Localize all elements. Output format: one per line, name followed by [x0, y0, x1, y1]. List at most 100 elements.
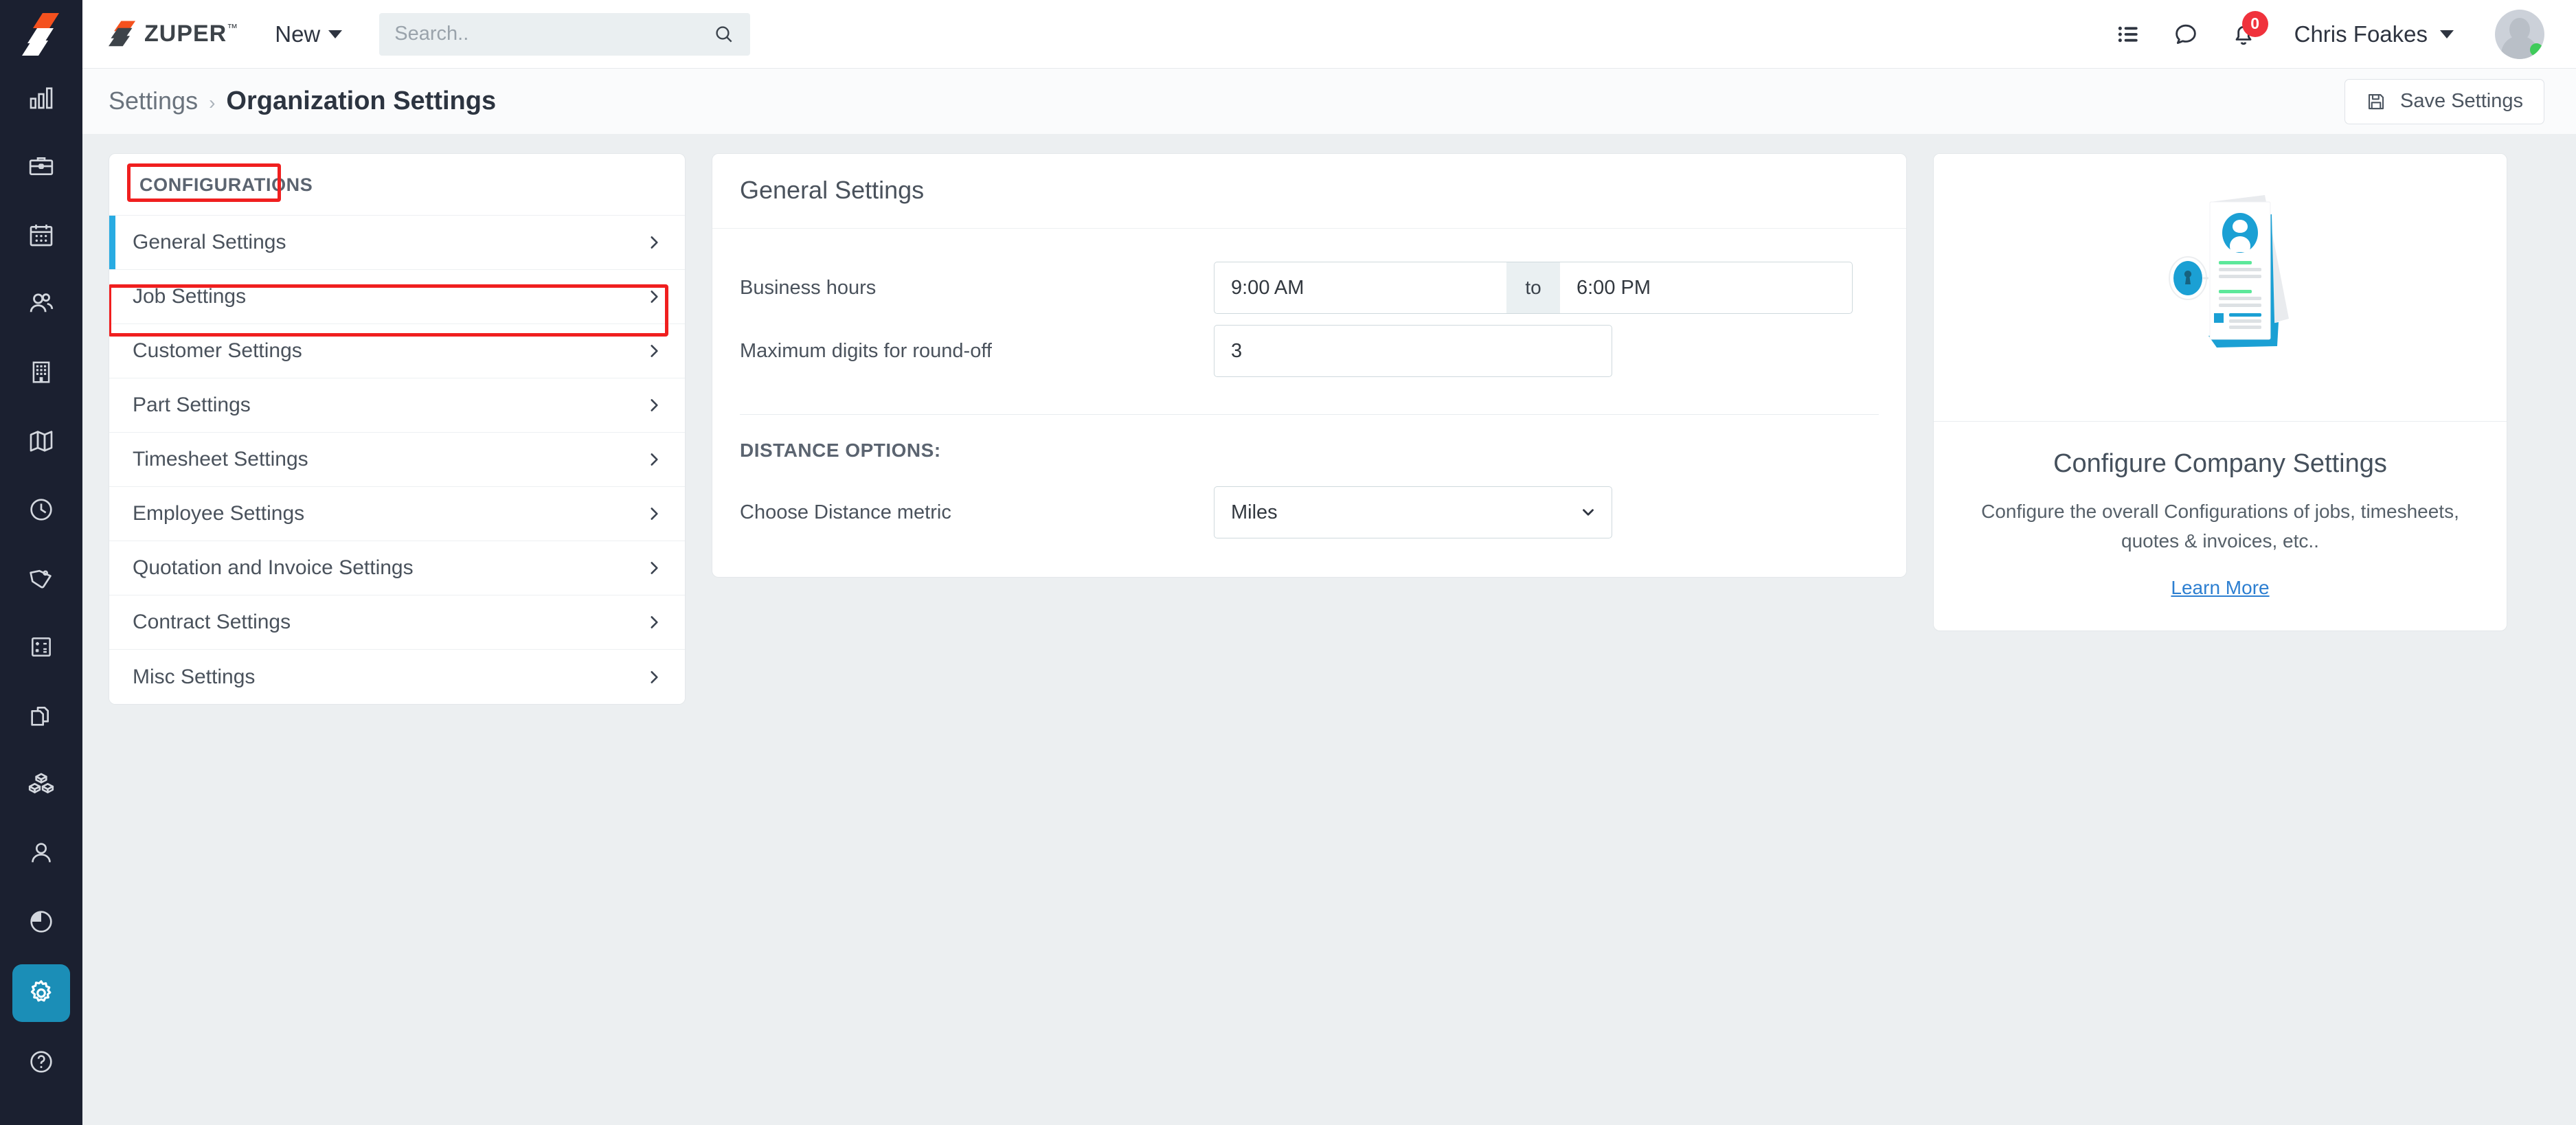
save-settings-label: Save Settings — [2400, 90, 2523, 113]
business-hours-separator-label: to — [1506, 262, 1560, 314]
sidebar-item-label: Quotation and Invoice Settings — [133, 556, 414, 580]
distance-metric-select-wrap: Miles Kilometers — [1214, 486, 1612, 538]
rail-item-timesheets[interactable] — [12, 481, 70, 538]
chevron-right-icon — [645, 234, 663, 251]
settings-gear-icon — [26, 978, 56, 1008]
sidebar-item-label: Job Settings — [133, 285, 246, 308]
brand-trademark: ™ — [227, 23, 238, 35]
user-name-label: Chris Foakes — [2294, 21, 2428, 47]
sidebar-item-employee-settings[interactable]: Employee Settings — [109, 487, 685, 541]
chat-bubble-icon — [2172, 21, 2200, 48]
sidebar-item-label: Misc Settings — [133, 666, 255, 689]
zuper-logo-icon — [109, 19, 140, 50]
save-settings-button[interactable]: Save Settings — [2345, 79, 2544, 124]
status-badge — [2530, 43, 2543, 56]
help-icon — [27, 1048, 55, 1076]
sidebar-item-label: General Settings — [133, 231, 286, 254]
general-settings-body: Business hours to Maximum digits for rou… — [712, 229, 1906, 577]
rail-item-list — [0, 69, 82, 962]
distance-options-title: DISTANCE OPTIONS: — [740, 440, 1879, 462]
rail-item-company[interactable] — [12, 343, 70, 401]
topbar-right-group: 0 Chris Foakes — [2116, 10, 2544, 59]
sidebar-item-quotation-invoice-settings[interactable]: Quotation and Invoice Settings — [109, 541, 685, 595]
learn-more-link[interactable]: Learn More — [2171, 577, 2269, 599]
building-icon — [28, 359, 54, 385]
promo-description: Configure the overall Configurations of … — [1964, 497, 2476, 556]
user-menu[interactable]: Chris Foakes — [2294, 21, 2454, 47]
page-subheader: Settings › Organization Settings Save Se… — [82, 69, 2576, 134]
chevron-right-icon — [645, 559, 663, 577]
pie-chart-icon — [27, 908, 55, 935]
rail-item-settings[interactable] — [12, 964, 70, 1022]
sidebar-item-label: Part Settings — [133, 394, 251, 417]
round-off-input[interactable] — [1214, 325, 1612, 377]
chevron-right-icon — [645, 342, 663, 360]
sidebar-item-timesheet-settings[interactable]: Timesheet Settings — [109, 433, 685, 487]
rail-item-jobs[interactable] — [12, 137, 70, 195]
sidebar-item-label: Contract Settings — [133, 611, 291, 634]
business-hours-to-input[interactable] — [1560, 262, 1853, 314]
breadcrumb-parent[interactable]: Settings — [109, 87, 198, 115]
rail-item-help[interactable] — [12, 1033, 70, 1091]
distance-metric-select[interactable]: Miles Kilometers — [1214, 486, 1612, 538]
rail-item-calendar[interactable] — [12, 206, 70, 264]
promo-card: Configure Company Settings Configure the… — [1933, 153, 2507, 631]
chevron-right-icon — [645, 613, 663, 631]
configurations-header-label: CONFIGURATIONS — [134, 172, 318, 198]
rail-item-tags[interactable] — [12, 549, 70, 607]
chevron-down-icon — [2440, 30, 2454, 38]
rail-item-parts[interactable] — [12, 755, 70, 813]
main-column: ZUPER ™ New — [82, 0, 2576, 1125]
rail-item-documents[interactable] — [12, 687, 70, 745]
sidebar-item-label: Customer Settings — [133, 339, 302, 363]
general-settings-card: General Settings Business hours to Maxim… — [712, 153, 1907, 578]
rail-item-quotes[interactable] — [12, 618, 70, 676]
promo-illustration — [1934, 154, 2507, 422]
promo-title: Configure Company Settings — [1964, 449, 2476, 479]
global-search[interactable] — [379, 13, 750, 56]
business-hours-input-group: to — [1214, 262, 1809, 314]
user-icon — [27, 839, 55, 867]
rail-item-teams[interactable] — [12, 275, 70, 332]
brand-logo[interactable]: ZUPER ™ — [109, 19, 238, 50]
search-icon[interactable] — [713, 23, 735, 45]
rail-logo[interactable] — [0, 0, 82, 69]
rail-item-map[interactable] — [12, 412, 70, 470]
business-hours-row: Business hours to — [740, 256, 1879, 319]
new-dropdown-button[interactable]: New — [265, 17, 352, 52]
general-settings-header: General Settings — [712, 154, 1906, 229]
distance-metric-label: Choose Distance metric — [740, 501, 1214, 524]
round-off-row: Maximum digits for round-off — [740, 319, 1879, 383]
zuper-mark-icon — [22, 12, 60, 57]
page-title: Organization Settings — [226, 87, 496, 116]
rail-item-bar-chart[interactable] — [12, 69, 70, 126]
sidebar-item-customer-settings[interactable]: Customer Settings — [109, 324, 685, 378]
sidebar-item-contract-settings[interactable]: Contract Settings — [109, 595, 685, 650]
configurations-header: CONFIGURATIONS — [109, 154, 685, 216]
sidebar-item-label: Timesheet Settings — [133, 448, 308, 471]
sidebar-item-job-settings[interactable]: Job Settings — [109, 270, 685, 324]
configurations-nav-card: CONFIGURATIONS General Settings Job Sett… — [109, 153, 686, 705]
search-input[interactable] — [394, 23, 713, 45]
section-divider — [740, 414, 1879, 415]
sidebar-item-label: Employee Settings — [133, 502, 304, 525]
rail-bottom-group — [12, 964, 70, 1125]
calendar-icon — [27, 221, 55, 249]
sidebar-item-misc-settings[interactable]: Misc Settings — [109, 650, 685, 704]
map-icon — [27, 427, 55, 455]
chat-button[interactable] — [2172, 21, 2200, 48]
business-hours-from-input[interactable] — [1214, 262, 1506, 314]
sidebar-item-general-settings[interactable]: General Settings — [109, 216, 685, 270]
sidebar-item-part-settings[interactable]: Part Settings — [109, 378, 685, 433]
task-list-button[interactable] — [2116, 21, 2142, 47]
rail-item-profile[interactable] — [12, 824, 70, 882]
rail-item-reports[interactable] — [12, 893, 70, 951]
avatar[interactable] — [2495, 10, 2544, 59]
company-settings-illustration-icon — [2107, 174, 2334, 401]
app-root: ZUPER ™ New — [0, 0, 2576, 1125]
settings-nav-list: General Settings Job Settings Customer S… — [109, 216, 685, 704]
parts-boxes-icon — [27, 770, 56, 799]
notification-badge: 0 — [2242, 11, 2268, 37]
notifications-button[interactable]: 0 — [2230, 21, 2257, 48]
general-settings-title: General Settings — [740, 176, 1879, 205]
